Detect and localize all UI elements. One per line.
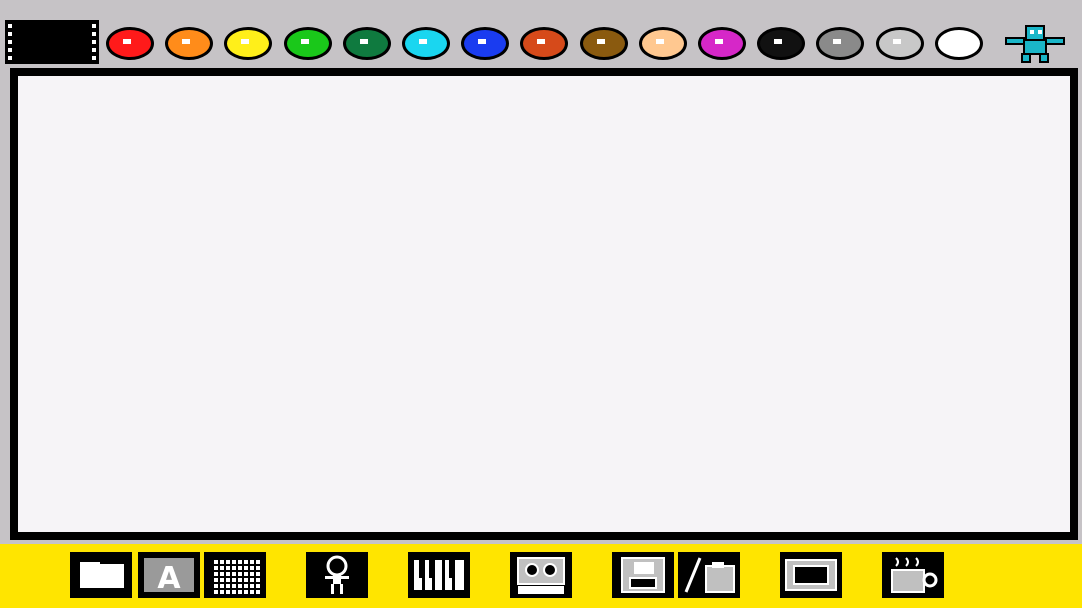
- color-swatch-magenta[interactable]: [698, 27, 746, 60]
- swatch-shine: [833, 39, 842, 44]
- folder-icon: [684, 557, 735, 593]
- film-perforation: [92, 40, 96, 44]
- swatch-shine: [892, 39, 901, 44]
- film-perforation: [8, 32, 12, 36]
- film-perforation: [92, 24, 96, 28]
- film-perforation: [92, 56, 96, 60]
- tool-animation-button[interactable]: [306, 552, 374, 604]
- tool-music-button[interactable]: [408, 552, 476, 604]
- film-perforation: [92, 48, 96, 52]
- film-strip-icon[interactable]: [5, 20, 99, 64]
- tool-grid-button[interactable]: [204, 552, 272, 604]
- tool-load-button[interactable]: [678, 552, 746, 604]
- swatch-shine: [419, 39, 427, 44]
- grid-icon: [214, 560, 260, 594]
- swatch-shine: [478, 39, 487, 44]
- color-swatch-white[interactable]: [934, 27, 983, 60]
- coffee-cup-icon: [891, 557, 938, 593]
- tool-coffee-button[interactable]: [882, 552, 950, 604]
- color-swatch-peach[interactable]: [638, 27, 687, 60]
- tool-text-button[interactable]: A: [138, 552, 206, 604]
- color-swatch-red[interactable]: [106, 27, 154, 60]
- drawing-canvas[interactable]: [18, 76, 1070, 532]
- swatch-shine: [359, 39, 368, 44]
- swatch-shine: [951, 39, 960, 44]
- swatch-shine: [537, 39, 546, 44]
- tool-robot-button[interactable]: [510, 552, 578, 604]
- color-swatch-orange[interactable]: [165, 27, 214, 60]
- character-icon: [325, 555, 349, 594]
- swatch-shine: [182, 39, 191, 44]
- tool-screen-button[interactable]: [780, 552, 848, 604]
- monitor-icon: [785, 559, 837, 591]
- film-perforation: [8, 24, 12, 28]
- robot-face-icon: [517, 557, 565, 594]
- disk-icon: [621, 557, 665, 593]
- color-swatch-green[interactable]: [283, 27, 332, 60]
- palette-bar: [0, 0, 1082, 68]
- tool-save-button[interactable]: [612, 552, 680, 604]
- swatch-shine: [300, 39, 309, 44]
- canvas-frame: [10, 68, 1078, 540]
- gnat-mascot-icon[interactable]: [1000, 22, 1070, 64]
- piano-keys-icon: [414, 560, 464, 590]
- film-perforation: [92, 32, 96, 36]
- film-perforation: [8, 48, 12, 52]
- color-swatch-yellow[interactable]: [224, 27, 273, 60]
- film-perforation: [8, 40, 12, 44]
- color-swatch-light-gray[interactable]: [875, 27, 924, 60]
- color-swatch-brown[interactable]: [579, 27, 628, 60]
- svg-text:A: A: [157, 561, 181, 596]
- color-swatch-dark-green[interactable]: [342, 27, 391, 60]
- swatch-shine: [241, 39, 250, 44]
- pencil-box-icon: [80, 562, 124, 588]
- letter-a-icon: A: [144, 558, 194, 596]
- swatch-shine: [774, 39, 783, 44]
- color-swatch-blue[interactable]: [461, 27, 510, 60]
- color-swatch-cyan[interactable]: [402, 27, 450, 60]
- swatch-shine: [655, 39, 664, 44]
- swatch-shine: [123, 39, 131, 44]
- swatch-shine: [596, 39, 605, 44]
- tool-draw-button[interactable]: [70, 552, 138, 604]
- color-swatch-black[interactable]: [757, 27, 806, 60]
- color-swatch-gray[interactable]: [816, 27, 865, 60]
- film-perforation: [8, 56, 12, 60]
- swatch-shine: [715, 39, 723, 44]
- color-swatch-rust[interactable]: [520, 27, 569, 60]
